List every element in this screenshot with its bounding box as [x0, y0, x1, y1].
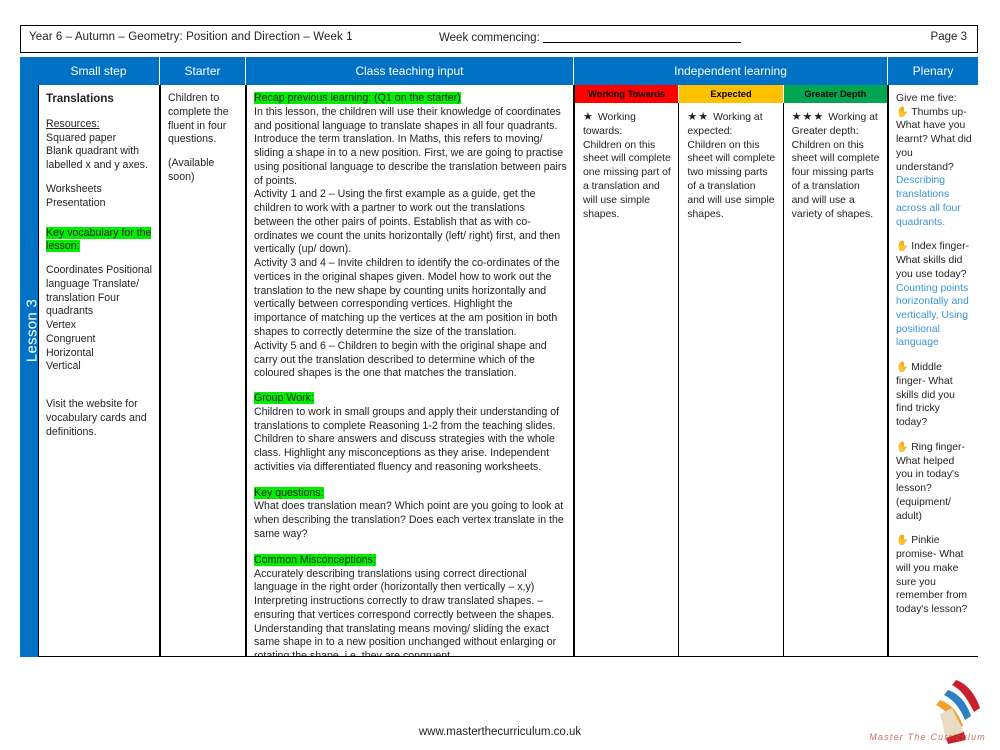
starter-availability: (Available soon) [168, 157, 215, 183]
key-questions-body: What does translation mean? Which point … [254, 500, 564, 540]
activity-1-2: Activity 1 and 2 – Using the first examp… [254, 188, 561, 256]
attainment-band-1: Working Towards [575, 85, 680, 103]
key-vocabulary-list: Coordinates Positional language Translat… [46, 264, 152, 373]
activity-5-6: Activity 5 and 6 – Children to begin wit… [254, 339, 547, 380]
group-work-heading: Group Work: [254, 392, 314, 405]
attainment-band-2: Expected [679, 85, 784, 103]
cell-plenary: Give me five: ✋ Thumbs up- What have you … [888, 85, 978, 657]
lesson-grid: Lesson 3 Small step Starter Class teachi… [20, 57, 978, 657]
activity-3-4: Activity 3 and 4 – Invite children to id… [254, 257, 560, 339]
hand-icon: ✋ [896, 535, 912, 547]
independent-column-2: ★★ Working at expected: Children on this … [679, 103, 784, 656]
plenary-item-2: ✋ Index finger- What skills did you use … [896, 241, 969, 349]
hand-icon: ✋ [896, 106, 912, 118]
independent-body-2: Children on this sheet will complete two… [687, 139, 776, 220]
column-header-independent-learning: Independent learning [574, 57, 888, 85]
footer-url[interactable]: www.masterthecurriculum.co.uk [0, 726, 1000, 738]
star-rating-icon: ★★ [687, 111, 714, 123]
hand-icon: ✋ [896, 362, 912, 374]
hand-icon: ✋ [896, 241, 912, 253]
independent-column-3: ★★★ Working at Greater depth: Children on… [784, 103, 887, 656]
cell-starter: Children to complete the fluent in four … [160, 85, 246, 657]
resources-label: Resources: [46, 117, 100, 130]
column-header-small-step: Small step [38, 57, 160, 85]
independent-column-1: ★ Working towards: Children on this sheet… [575, 103, 680, 656]
resources-list: Squared paper Blank quadrant with labell… [46, 131, 148, 172]
starter-text: Children to complete the fluent in four … [168, 92, 229, 146]
independent-body-1: Children on this sheet will complete one… [583, 139, 671, 220]
plenary-item-1: ✋ Thumbs up- What have you learnt? What … [896, 106, 972, 228]
group-work-body: Children to work in small groups and app… [254, 405, 560, 473]
cell-small-step: Translations Resources: Squared paper Bl… [38, 85, 160, 657]
star-rating-icon: ★ [583, 111, 598, 123]
plenary-body: Give me five: ✋ Thumbs up- What have you … [896, 92, 972, 617]
header-bar: Year 6 – Autumn – Geometry: Position and… [20, 25, 978, 53]
column-header-starter: Starter [160, 57, 246, 85]
cell-class-teaching-input: Recap previous learning: (Q1 on the star… [246, 85, 574, 657]
lesson-meta-left: Year 6 – Autumn – Geometry: Position and… [29, 31, 353, 43]
plenary-answer-1: Describing translations across all four … [896, 175, 961, 228]
key-questions-heading: Key questions: [254, 486, 324, 499]
cell-independent-learning: Working Towards Expected Greater Depth ★ W… [574, 85, 888, 657]
independent-body-3: Children on this sheet will complete fou… [791, 139, 880, 220]
plenary-item-5: ✋ Pinkie promise- What will you make sur… [896, 535, 968, 615]
misconceptions-heading: Common Misconceptions: [254, 553, 376, 566]
lesson-spine: Lesson 3 [20, 57, 41, 657]
week-commencing-label: Week commencing: [439, 32, 540, 44]
plenary-answer-2: Counting points horizontally and vertica… [896, 282, 969, 349]
small-step-title: Translations [46, 93, 114, 105]
recap-heading: Recap previous learning: (Q1 on the star… [254, 92, 461, 104]
hand-icon: ✋ [896, 441, 912, 453]
grid-columns: Small step Starter Class teaching input … [38, 57, 978, 657]
misconceptions-body: Accurately describing translations using… [254, 567, 557, 657]
plenary-item-4: ✋ Ring finger- What helped you in today'… [896, 441, 965, 522]
page-number: Page 3 [930, 31, 967, 43]
attainment-band-row: Working Towards Expected Greater Depth [575, 85, 887, 103]
key-vocabulary-heading: Key vocabulary for the lesson: [46, 226, 152, 253]
website-note: Visit the website for vocabulary cards a… [46, 398, 147, 438]
attainment-band-3: Greater Depth [783, 85, 887, 103]
logo-wordmark: Master The Curriculum [869, 732, 986, 742]
star-rating-icon: ★★★ [791, 111, 829, 123]
independent-heading-1: ★ Working towards: [583, 111, 636, 137]
recap-body: In this lesson, the children will use th… [254, 105, 567, 187]
independent-heading-3: ★★★ Working at Greater depth: [791, 111, 878, 137]
plenary-item-3: ✋ Middle finger- What skills did you fin… [896, 362, 955, 429]
independent-heading-2: ★★ Working at expected: [687, 111, 763, 137]
materials-list: Worksheets Presentation [46, 183, 106, 209]
week-commencing-blank[interactable] [542, 31, 741, 43]
lesson-plan-page: Year 6 – Autumn – Geometry: Position and… [0, 0, 1000, 750]
column-header-class-teaching-input: Class teaching input [246, 57, 574, 85]
independent-columns: ★ Working towards: Children on this sheet… [575, 103, 887, 656]
week-commencing: Week commencing: [439, 31, 741, 44]
column-header-plenary: Plenary [888, 57, 978, 85]
plenary-title: Give me five: [896, 93, 957, 104]
